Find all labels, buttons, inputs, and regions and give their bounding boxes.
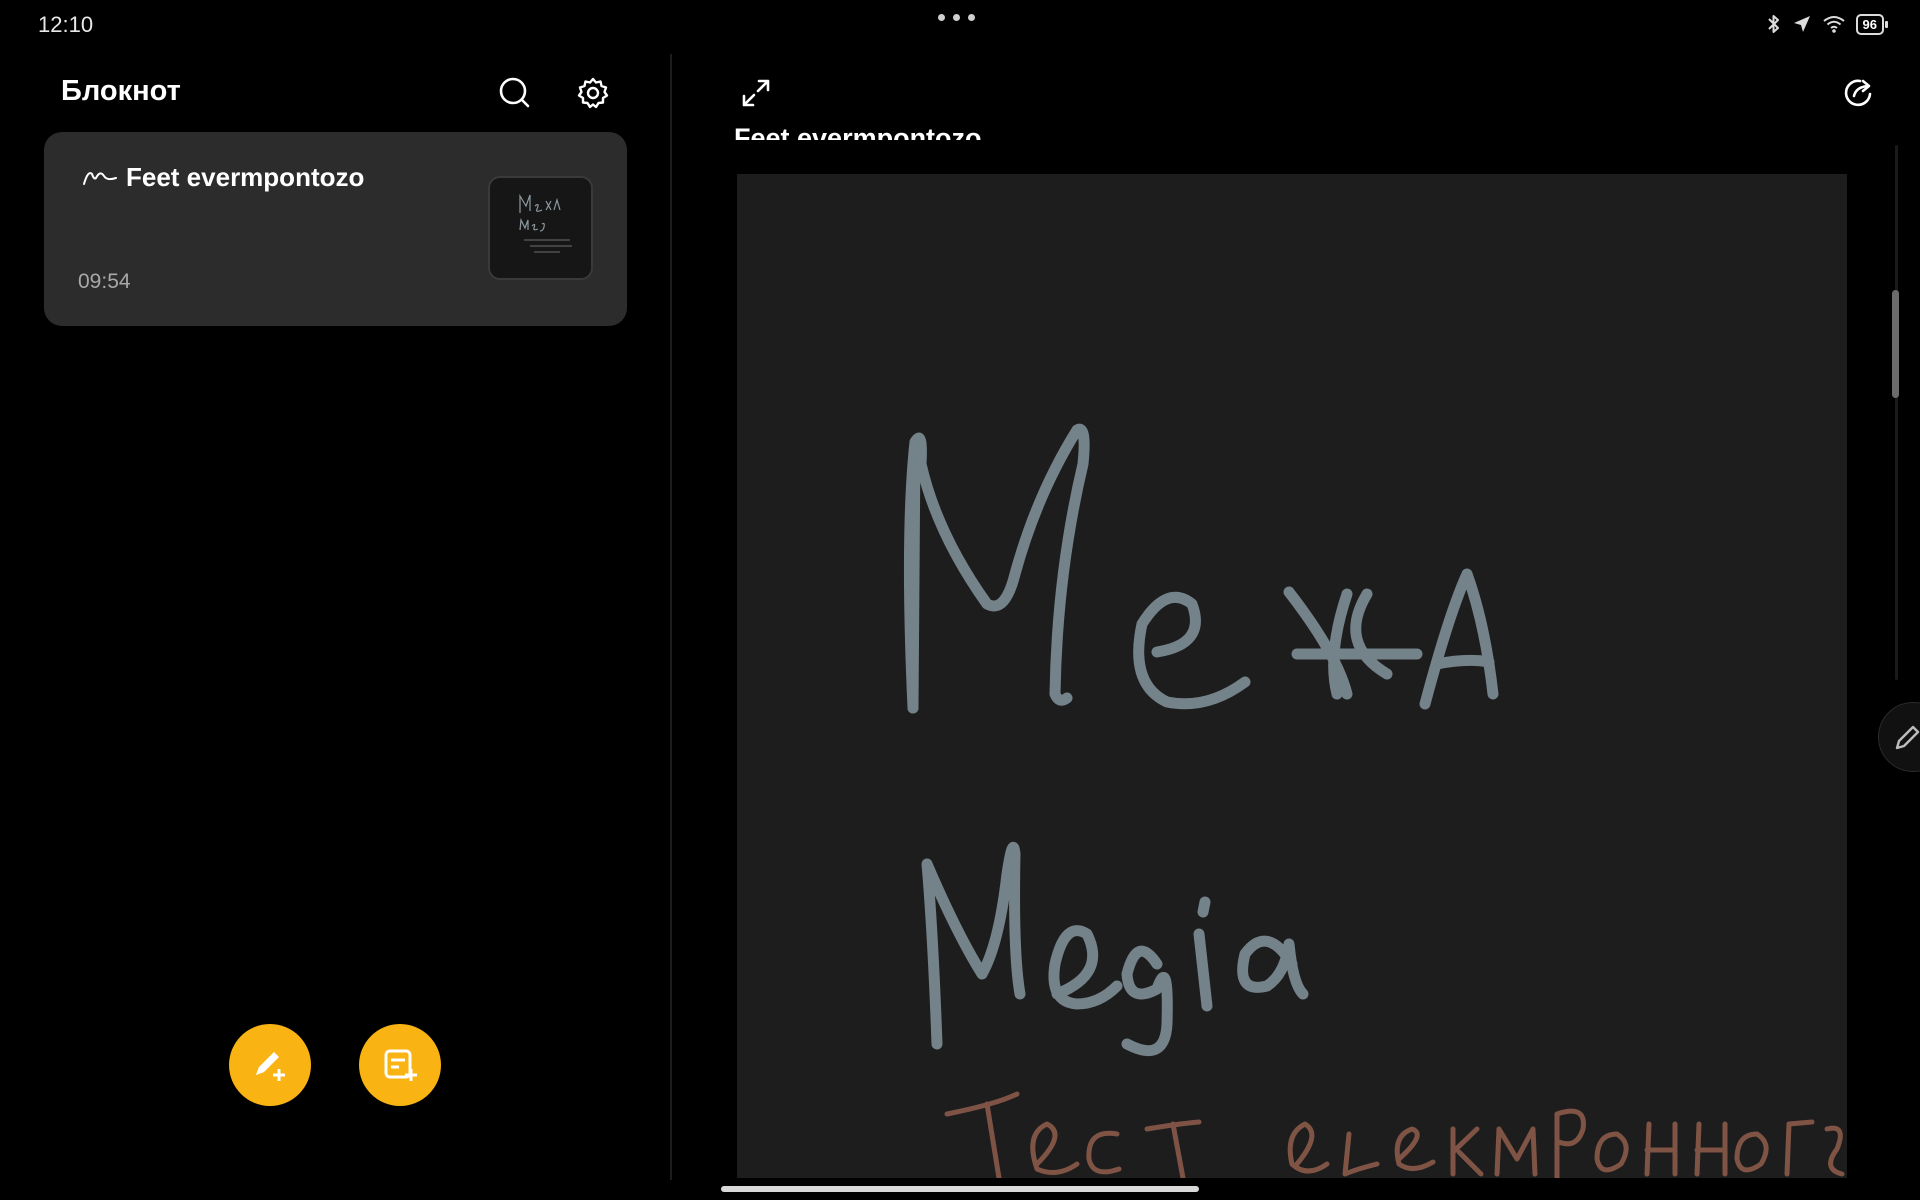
- note-time: 09:54: [78, 270, 131, 293]
- note-title-row: Feet evermpontozo: [82, 162, 364, 193]
- note-thumbnail: [488, 176, 593, 280]
- wifi-icon: [1822, 16, 1845, 33]
- share-button[interactable]: [1836, 70, 1882, 116]
- pen-icon: [1895, 725, 1920, 750]
- gear-icon: [577, 77, 609, 109]
- search-button[interactable]: [492, 70, 538, 116]
- scrollbar-thumb[interactable]: [1892, 290, 1899, 398]
- squiggle-icon: [83, 171, 117, 185]
- location-icon: [1793, 16, 1810, 32]
- settings-button[interactable]: [570, 70, 616, 116]
- pen-tool-handle[interactable]: [1878, 702, 1920, 772]
- expand-icon: [742, 79, 770, 107]
- expand-button[interactable]: [733, 70, 779, 116]
- new-text-note-button[interactable]: [359, 1024, 441, 1106]
- bluetooth-icon: [1767, 15, 1779, 33]
- new-handwriting-note-button[interactable]: [229, 1024, 311, 1106]
- note-plus-icon: [384, 1049, 417, 1081]
- home-indicator[interactable]: [721, 1186, 1199, 1192]
- search-icon: [499, 77, 530, 108]
- handwriting-strokes: [903, 423, 1845, 1178]
- status-time: 12:10: [38, 12, 94, 37]
- battery-indicator: 96: [1855, 13, 1889, 35]
- pen-plus-icon: [256, 1052, 285, 1081]
- pane-divider: [670, 54, 672, 1180]
- scrollbar-track: [1895, 145, 1898, 680]
- share-icon: [1844, 79, 1872, 107]
- multitask-dots[interactable]: [938, 14, 975, 21]
- app-title: Блокнот: [61, 75, 181, 107]
- drawing-canvas[interactable]: [737, 174, 1847, 1178]
- note-card[interactable]: Feet evermpontozo 09:54: [44, 132, 627, 326]
- status-icons: 96: [1766, 13, 1889, 35]
- note-title: Feet evermpontozo: [126, 162, 365, 192]
- document-title: Feet evermpontozo: [734, 123, 982, 140]
